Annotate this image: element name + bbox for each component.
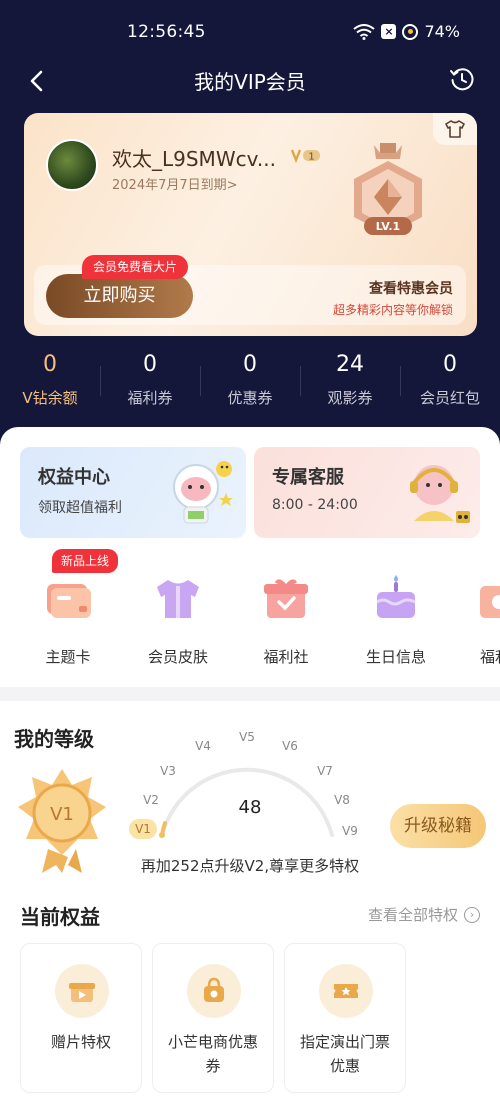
svg-text:1: 1 (308, 152, 314, 163)
svg-text:V8: V8 (334, 793, 350, 807)
benefit-card-show-tickets[interactable]: 指定演出门票 优惠 (284, 943, 406, 1093)
shortcut-member-skin[interactable]: 会员皮肤 (128, 574, 228, 667)
svg-text:V3: V3 (160, 764, 176, 778)
stat-red-packets[interactable]: 0 会员红包 (400, 352, 500, 412)
headset-mascot-icon (410, 465, 470, 523)
shortcut-birthday-info[interactable]: 生日信息 (346, 574, 446, 667)
vip-level-badge: 1 (290, 149, 320, 163)
username: 欢太_L9SMWcv... (112, 147, 276, 171)
stat-discount-coupons[interactable]: 0 优惠券 (200, 352, 300, 412)
ticket-icon (319, 964, 373, 1018)
svg-text:48: 48 (239, 797, 262, 818)
level-gauge: V1 V2 V3 V4 V5 V6 V7 V8 V9 48 (129, 730, 358, 839)
shortcut-welfare-club[interactable]: 福利社 (236, 574, 336, 667)
chevron-right-icon: › (464, 906, 480, 923)
view-all-privileges-link[interactable]: 查看全部特权 › (368, 904, 480, 925)
page-title: 我的VIP会员 (194, 70, 306, 94)
svg-text:V6: V6 (282, 739, 298, 753)
welfare-icon (264, 579, 308, 618)
status-time: 12:56:45 (127, 22, 206, 42)
skin-icon (157, 580, 199, 618)
gift-film-icon (55, 964, 109, 1018)
theme-card-icon (47, 584, 91, 618)
free-movies-tag: 会员免费看大片 (82, 255, 189, 279)
current-benefits-title: 当前权益 (20, 905, 100, 929)
customer-service-card[interactable]: 专属客服 8:00 - 24:00 (254, 447, 480, 538)
benefits-center-card[interactable]: 权益中心 领取超值福利 (20, 447, 246, 538)
svg-text:V1: V1 (135, 822, 151, 836)
member-card: 欢太_L9SMWcv... 1 2024年7月7日到期> LV.1 立即购买 会… (24, 113, 477, 336)
svg-text:LV.1: LV.1 (376, 220, 400, 233)
avatar[interactable] (46, 139, 98, 191)
svg-text:V5: V5 (239, 730, 255, 744)
welfare-partial-icon (480, 586, 500, 618)
upgrade-tips-button[interactable]: 升级秘籍 (390, 804, 486, 848)
shopping-bag-icon (187, 964, 241, 1018)
level-section: 我的等级 V1 V1 V2 V3 V4 V5 V6 V7 V8 V9 48 升级… (0, 701, 500, 1097)
section-divider (0, 687, 500, 701)
svg-text:V4: V4 (195, 739, 211, 753)
shortcut-row: 主题卡 会员皮肤 福利社 生日信息 福利 (0, 574, 500, 670)
history-icon[interactable] (448, 65, 476, 93)
stats-row: 0 V钻余额 0 福利券 0 优惠券 24 观影券 0 会员红包 (0, 352, 500, 412)
birthday-icon (376, 575, 416, 618)
stat-v-diamond[interactable]: 0 V钻余额 (0, 352, 100, 412)
status-bar: 12:56:45 × 74% (0, 0, 500, 64)
buy-now-button[interactable]: 立即购买 (46, 274, 193, 318)
sim-x-icon: × (381, 24, 397, 39)
astronaut-mascot-icon (173, 461, 233, 524)
shortcut-theme-card[interactable]: 主题卡 (18, 574, 118, 667)
svg-text:V9: V9 (342, 824, 358, 838)
upgrade-tip: 再加252点升级V2,尊享更多特权 (140, 857, 360, 875)
shortcut-welfare-partial[interactable]: 福利 (456, 574, 500, 667)
new-product-tag: 新品上线 (52, 549, 119, 573)
level-title: 我的等级 (14, 727, 94, 751)
svg-text:V1: V1 (50, 804, 74, 825)
special-offer-title[interactable]: 查看特惠会员 (369, 278, 453, 298)
battery-percent: 74% (424, 22, 460, 41)
svg-text:V7: V7 (317, 764, 333, 778)
svg-text:V2: V2 (143, 793, 159, 807)
special-offer-subtitle: 超多精彩内容等你解锁 (332, 303, 453, 317)
level-medal-icon: LV.1 (354, 143, 422, 235)
stat-movie-tickets[interactable]: 24 观影券 (300, 352, 400, 412)
benefit-card-gift-film[interactable]: 赠片特权 (20, 943, 142, 1093)
expiry-date[interactable]: 2024年7月7日到期> (112, 174, 238, 193)
wifi-icon (353, 23, 376, 40)
stat-welfare-coupons[interactable]: 0 福利券 (100, 352, 200, 412)
benefit-card-ecommerce-coupon[interactable]: 小芒电商优惠 券 (152, 943, 274, 1093)
nav-bar: 我的VIP会员 (0, 58, 500, 102)
tshirt-icon[interactable] (433, 113, 477, 145)
battery-icon (402, 23, 419, 40)
